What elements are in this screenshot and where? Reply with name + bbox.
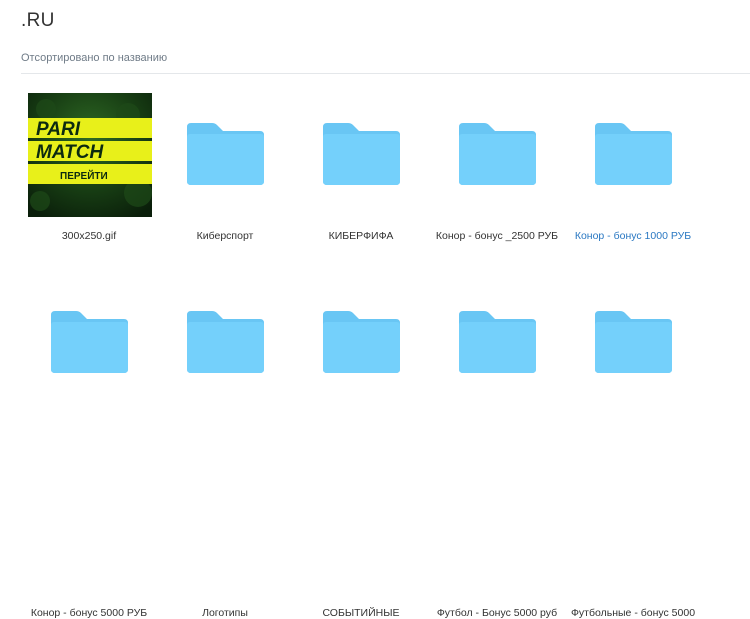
folder-icon[interactable] [429, 279, 565, 405]
folder-label[interactable]: СОБЫТИЙНЫЕ [287, 607, 435, 619]
folder-icon[interactable] [565, 279, 701, 405]
folder-icon[interactable] [565, 91, 701, 217]
folder-item[interactable]: КИБЕРФИФА [293, 91, 429, 279]
folder-shape [458, 311, 536, 373]
folder-item[interactable]: Футбольные - бонус 5000 [565, 279, 701, 619]
parimatch-banner-image: PARI MATCH ПЕРЕЙТИ [28, 93, 152, 217]
folder-shape [322, 123, 400, 185]
folder-icon[interactable] [293, 279, 429, 405]
folder-item[interactable]: Логотипы [157, 279, 293, 619]
folder-icon[interactable] [157, 279, 293, 405]
folder-label[interactable]: Конор - бонус 5000 РУБ [15, 607, 163, 619]
folder-label[interactable]: Конор - бонус 1000 РУБ [559, 230, 707, 242]
folder-item-active[interactable]: Конор - бонус 1000 РУБ [565, 91, 701, 279]
folder-icon[interactable] [293, 91, 429, 217]
folder-label[interactable]: Футбольные - бонус 5000 [559, 607, 707, 619]
banner-cta-text: ПЕРЕЙТИ [60, 169, 108, 182]
folder-label[interactable]: Логотипы [151, 607, 299, 619]
folder-shape [594, 123, 672, 185]
folder-shape [186, 123, 264, 185]
folder-shape [50, 311, 128, 373]
banner-brand-line1: PARI [36, 119, 81, 140]
folder-icon[interactable] [429, 91, 565, 217]
folder-shape [322, 311, 400, 373]
folder-item[interactable]: Конор - бонус _2500 РУБ [429, 91, 565, 279]
file-label[interactable]: 300x250.gif [15, 230, 163, 242]
folder-label[interactable]: КИБЕРФИФА [287, 230, 435, 242]
folder-icon[interactable] [157, 91, 293, 217]
header-divider [21, 73, 750, 74]
folder-shape [458, 123, 536, 185]
page-title: .RU [21, 10, 55, 31]
gif-thumbnail[interactable]: PARI MATCH ПЕРЕЙТИ [21, 91, 157, 217]
folder-label[interactable]: Футбол - Бонус 5000 руб [423, 607, 571, 619]
folder-item[interactable]: Киберспорт [157, 91, 293, 279]
sort-order-label[interactable]: Отсортировано по названию [21, 52, 167, 64]
folder-shape [594, 311, 672, 373]
banner-brand-line2: MATCH [36, 142, 104, 163]
folder-item[interactable]: Конор - бонус 5000 РУБ [21, 279, 157, 619]
folder-icon[interactable] [21, 279, 157, 405]
folder-label[interactable]: Киберспорт [151, 230, 299, 242]
folder-item[interactable]: СОБЫТИЙНЫЕ [293, 279, 429, 619]
folder-label[interactable]: Конор - бонус _2500 РУБ [423, 230, 571, 242]
folder-shape [186, 311, 264, 373]
file-grid: PARI MATCH ПЕРЕЙТИ 300x250.gif Киберспор… [21, 91, 750, 619]
file-item-gif[interactable]: PARI MATCH ПЕРЕЙТИ 300x250.gif [21, 91, 157, 279]
folder-item[interactable]: Футбол - Бонус 5000 руб [429, 279, 565, 619]
